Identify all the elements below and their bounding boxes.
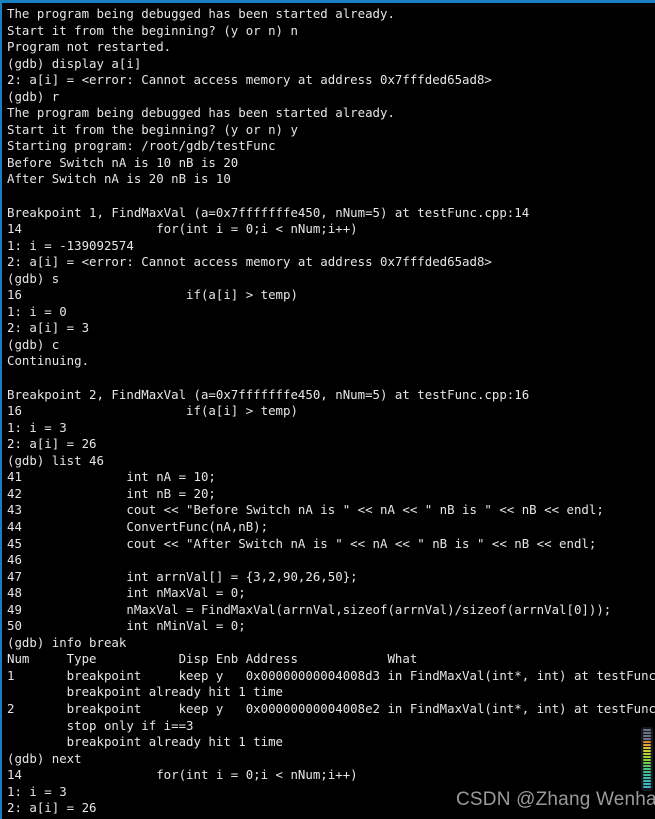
terminal-line: (gdb) next xyxy=(7,750,82,766)
terminal-line: Start it from the beginning? (y or n) y xyxy=(7,121,298,137)
terminal-line: 14 for(int i = 0;i < nNum;i++) xyxy=(7,767,358,783)
terminal-line: 42 int nB = 20; xyxy=(7,485,216,501)
terminal-line: stop only if i==3 xyxy=(7,717,194,733)
terminal-line: 2: a[i] = 26 xyxy=(7,436,97,452)
terminal-line: breakpoint already hit 1 time xyxy=(7,734,284,750)
terminal-line: 2: a[i] = <error: Cannot access memory a… xyxy=(7,72,492,88)
scrollbar-segment xyxy=(643,768,651,770)
terminal-line: 48 int nMaxVal = 0; xyxy=(7,585,246,601)
terminal-line: 46 xyxy=(7,552,22,568)
terminal-line: (gdb) s xyxy=(7,270,60,286)
terminal-line: 16 if(a[i] > temp) xyxy=(7,403,298,419)
terminal-line: 47 int arrnVal[] = {3,2,90,26,50}; xyxy=(7,568,358,584)
scrollbar-segment xyxy=(643,729,651,731)
vertical-scrollbar[interactable] xyxy=(641,727,653,791)
terminal-line: (gdb) display a[i] xyxy=(7,55,142,71)
terminal-line: Program not restarted. xyxy=(7,39,172,55)
terminal-line: 2: a[i] = 3 xyxy=(7,320,90,336)
terminal-line: 44 ConvertFunc(nA,nB); xyxy=(7,518,269,534)
scrollbar-segment xyxy=(643,762,651,764)
terminal-line: (gdb) r xyxy=(7,88,60,104)
terminal-output-area[interactable]: The program being debugged has been star… xyxy=(2,3,655,819)
scrollbar-segment xyxy=(643,774,651,776)
terminal-window[interactable]: The program being debugged has been star… xyxy=(0,0,655,819)
terminal-line: 50 int nMinVal = 0; xyxy=(7,618,246,634)
terminal-line: Continuing. xyxy=(7,353,90,369)
scrollbar-segment xyxy=(643,786,651,788)
terminal-line: 49 nMaxVal = FindMaxVal(arrnVal,sizeof(a… xyxy=(7,601,612,617)
watermark-label: CSDN @Zhang Wenhao xyxy=(456,789,655,810)
terminal-line: 1 breakpoint keep y 0x00000000004008d3 i… xyxy=(7,667,655,683)
scrollbar-segment xyxy=(643,777,651,779)
terminal-line: After Switch nA is 20 nB is 10 xyxy=(7,171,231,187)
scrollbar-segment xyxy=(643,771,651,773)
terminal-line: 1: i = 0 xyxy=(7,303,67,319)
scrollbar-segment xyxy=(643,759,651,761)
terminal-line: breakpoint already hit 1 time xyxy=(7,684,284,700)
terminal-line: (gdb) info break xyxy=(7,634,127,650)
terminal-line: (gdb) c xyxy=(7,336,60,352)
terminal-line: 14 for(int i = 0;i < nNum;i++) xyxy=(7,221,358,237)
terminal-line: The program being debugged has been star… xyxy=(7,105,395,121)
scrollbar-segment xyxy=(643,783,651,785)
terminal-line: Start it from the beginning? (y or n) n xyxy=(7,22,298,38)
terminal-line: Before Switch nA is 10 nB is 20 xyxy=(7,154,239,170)
scrollbar-segment xyxy=(643,753,651,755)
terminal-line: Num Type Disp Enb Address What xyxy=(7,651,418,667)
terminal-line: 2: a[i] = <error: Cannot access memory a… xyxy=(7,254,492,270)
terminal-line: 2 breakpoint keep y 0x00000000004008e2 i… xyxy=(7,700,655,716)
scrollbar-segment xyxy=(643,744,651,746)
terminal-line: Breakpoint 1, FindMaxVal (a=0x7fffffffe4… xyxy=(7,204,530,220)
terminal-line: The program being debugged has been star… xyxy=(7,6,395,21)
terminal-line: (gdb) list 46 xyxy=(7,452,104,468)
scrollbar-segment xyxy=(643,750,651,752)
scrollbar-segment xyxy=(643,738,651,740)
scrollbar-segment xyxy=(643,780,651,782)
terminal-line: 1: i = 3 xyxy=(7,419,67,435)
scrollbar-segment xyxy=(643,741,651,743)
scrollbar-segment xyxy=(643,756,651,758)
terminal-line: 43 cout << "Before Switch nA is " << nA … xyxy=(7,502,604,518)
terminal-line: 1: i = -139092574 xyxy=(7,237,134,253)
terminal-line: Starting program: /root/gdb/testFunc xyxy=(7,138,276,154)
scrollbar-segment xyxy=(643,747,651,749)
scrollbar-segment xyxy=(643,735,651,737)
terminal-line: Breakpoint 2, FindMaxVal (a=0x7fffffffe4… xyxy=(7,386,530,402)
terminal-line: 45 cout << "After Switch nA is " << nA <… xyxy=(7,535,597,551)
terminal-line: 41 int nA = 10; xyxy=(7,469,216,485)
scrollbar-segment xyxy=(643,765,651,767)
terminal-line: 16 if(a[i] > temp) xyxy=(7,287,298,303)
shell-prompt-line: [root@localhost gdb] xyxy=(7,812,156,819)
scrollbar-segment xyxy=(643,732,651,734)
